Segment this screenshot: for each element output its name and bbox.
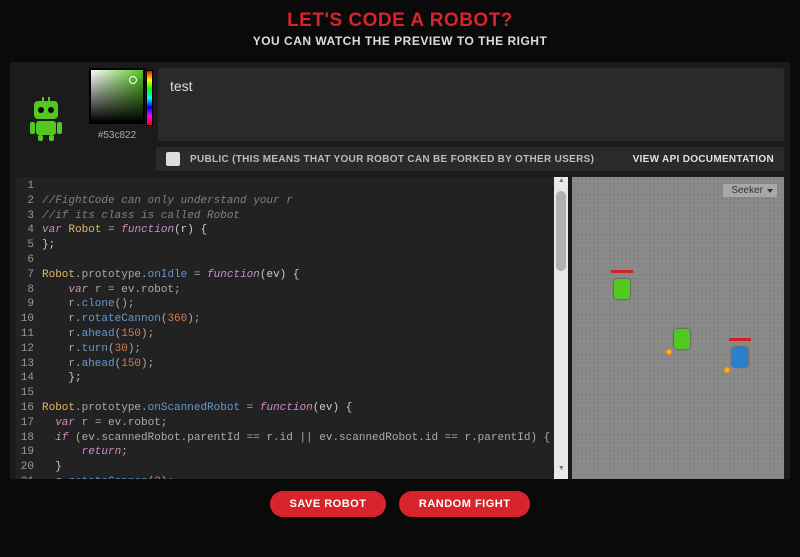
robot-icon xyxy=(22,97,70,141)
editor-panel: #53c822 test PUBLIC (THIS MEANS THAT YOU… xyxy=(10,62,790,479)
tank xyxy=(672,327,692,351)
page-subtitle: YOU CAN WATCH THE PREVIEW TO THE RIGHT xyxy=(0,34,800,48)
code-lines[interactable]: //FightCode can only understand your r//… xyxy=(38,177,554,479)
options-bar: PUBLIC (THIS MEANS THAT YOUR ROBOT CAN B… xyxy=(156,147,784,171)
editor-scrollbar[interactable]: ▲ ▼ xyxy=(554,177,568,479)
preview-arena: Seeker xyxy=(572,177,784,479)
page-title: LET'S CODE A ROBOT? xyxy=(0,10,800,32)
color-picker-col: #53c822 xyxy=(82,68,152,141)
scroll-down-icon[interactable]: ▼ xyxy=(554,465,568,479)
robot-name-box[interactable]: test xyxy=(158,68,784,141)
line-gutter: 123456789101112131415161718192021222324 xyxy=(16,177,38,479)
header: LET'S CODE A ROBOT? YOU CAN WATCH THE PR… xyxy=(0,0,800,56)
public-label: PUBLIC (THIS MEANS THAT YOUR ROBOT CAN B… xyxy=(190,154,633,165)
hue-slider[interactable] xyxy=(146,70,153,126)
tank xyxy=(730,345,750,369)
api-docs-link[interactable]: VIEW API DOCUMENTATION xyxy=(633,154,774,165)
color-hex-label: #53c822 xyxy=(82,130,152,141)
scroll-thumb[interactable] xyxy=(556,191,566,271)
footer: SAVE ROBOT RANDOM FIGHT xyxy=(0,491,800,517)
color-selector-dot[interactable] xyxy=(129,76,137,84)
random-fight-button[interactable]: RANDOM FIGHT xyxy=(399,491,531,517)
tank xyxy=(612,277,632,301)
robot-name-input[interactable]: test xyxy=(170,78,193,94)
arena-badge[interactable]: Seeker xyxy=(722,183,778,198)
public-checkbox[interactable] xyxy=(166,152,180,166)
color-picker[interactable] xyxy=(89,68,145,124)
scroll-up-icon[interactable]: ▲ xyxy=(554,177,568,191)
save-robot-button[interactable]: SAVE ROBOT xyxy=(270,491,387,517)
arena-badge-label: Seeker xyxy=(731,185,763,196)
robot-avatar-col xyxy=(16,68,76,141)
code-editor[interactable]: 123456789101112131415161718192021222324 … xyxy=(16,177,568,479)
